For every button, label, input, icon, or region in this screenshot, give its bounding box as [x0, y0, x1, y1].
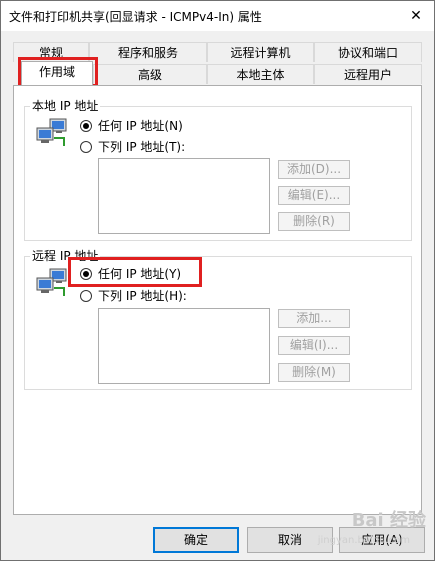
tab-general[interactable]: 常规 [13, 42, 89, 62]
remote-ip-listbox[interactable] [98, 308, 270, 384]
remote-list-ip-label: 下列 IP 地址(H): [98, 289, 187, 303]
properties-window: 文件和打印机共享(回显请求 - ICMPv4-In) 属性 ✕ 常规 程序和服务… [0, 0, 435, 561]
remote-list-ip-radio[interactable] [80, 290, 92, 302]
tab-local-principals[interactable]: 本地主体 [207, 64, 314, 84]
remote-list-ip-option[interactable]: 下列 IP 地址(H): [80, 288, 187, 304]
local-add-button[interactable]: 添加(D)... [278, 160, 350, 179]
scope-panel: 本地 IP 地址 任何 IP 地址(N) 下列 IP 地址(T): 添加(D).… [13, 85, 422, 515]
local-edit-button[interactable]: 编辑(E)... [278, 186, 350, 205]
local-add-label: 添加(D)... [286, 162, 342, 176]
remote-any-ip-label: 任何 IP 地址(Y) [98, 267, 182, 281]
remote-edit-button[interactable]: 编辑(I)... [278, 336, 350, 355]
tab-remote-computers[interactable]: 远程计算机 [207, 42, 314, 62]
local-any-ip-option[interactable]: 任何 IP 地址(N) [80, 118, 183, 134]
watermark: Bai 经验 [351, 510, 426, 531]
remote-any-ip-radio[interactable] [80, 268, 92, 280]
remote-ip-group-title: 远程 IP 地址 [30, 247, 101, 264]
local-network-icon [36, 118, 67, 146]
tab-advanced[interactable]: 高级 [93, 64, 207, 84]
watermark-url: jingyan.baidu.com [317, 535, 410, 546]
local-list-ip-radio[interactable] [80, 141, 92, 153]
remote-edit-label: 编辑(I)... [289, 338, 339, 352]
local-any-ip-radio[interactable] [80, 120, 92, 132]
tab-protocols-ports[interactable]: 协议和端口 [314, 42, 422, 62]
remote-add-label: 添加... [296, 311, 332, 325]
local-ip-listbox[interactable] [98, 158, 270, 234]
local-list-ip-option[interactable]: 下列 IP 地址(T): [80, 139, 185, 155]
remote-network-icon [36, 268, 67, 296]
remote-remove-button[interactable]: 删除(M) [278, 363, 350, 382]
ok-button[interactable]: 确定 [153, 527, 239, 553]
local-ip-group-title: 本地 IP 地址 [30, 97, 101, 114]
remote-remove-label: 删除(M) [292, 365, 336, 379]
remote-any-ip-option[interactable]: 任何 IP 地址(Y) [80, 266, 181, 282]
tab-scope[interactable]: 作用域 [21, 61, 93, 85]
window-title: 文件和打印机共享(回显请求 - ICMPv4-In) 属性 [9, 10, 262, 24]
local-remove-label: 删除(R) [293, 214, 335, 228]
local-edit-label: 编辑(E)... [287, 188, 341, 202]
close-button[interactable]: ✕ [404, 6, 428, 26]
local-any-ip-label: 任何 IP 地址(N) [98, 119, 183, 133]
local-remove-button[interactable]: 删除(R) [278, 212, 350, 231]
remote-add-button[interactable]: 添加... [278, 309, 350, 328]
tab-remote-users[interactable]: 远程用户 [314, 64, 422, 84]
local-list-ip-label: 下列 IP 地址(T): [98, 140, 186, 154]
title-bar: 文件和打印机共享(回显请求 - ICMPv4-In) 属性 ✕ [1, 1, 434, 31]
tab-programs-services[interactable]: 程序和服务 [89, 42, 207, 62]
